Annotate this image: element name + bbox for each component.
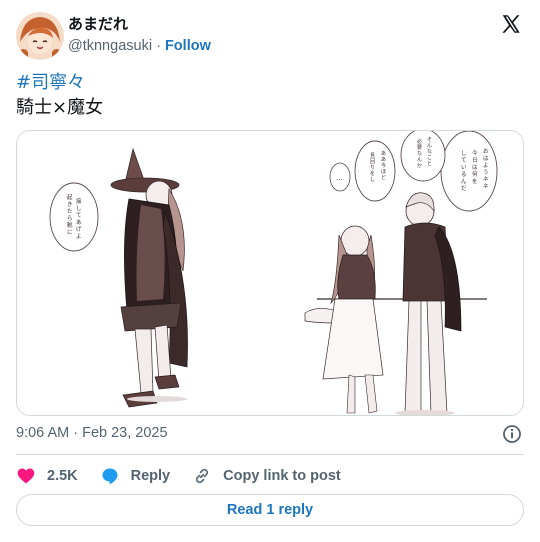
svg-text:し: し [370, 177, 375, 183]
display-name[interactable]: あまだれ [68, 14, 211, 34]
svg-text:か: か [417, 162, 422, 169]
svg-text:だ: だ [461, 185, 467, 192]
separator-dot: · [156, 38, 161, 54]
like-button[interactable]: 2.5K [16, 466, 78, 486]
svg-text:そ: そ [427, 136, 432, 143]
svg-text:し: し [461, 150, 467, 157]
svg-text:必: 必 [417, 138, 422, 145]
divider [16, 454, 524, 455]
speech-bubble [49, 182, 99, 252]
speech-bubble [440, 131, 498, 212]
svg-text:を: を [370, 170, 375, 177]
read-reply-button[interactable]: Read 1 reply [16, 494, 524, 526]
svg-text:る: る [461, 171, 467, 178]
svg-text:き: き [67, 201, 73, 208]
info-icon[interactable] [502, 424, 522, 444]
svg-text:あ: あ [76, 219, 82, 226]
svg-text:に: に [67, 229, 73, 236]
svg-text:を: を [472, 178, 478, 185]
svg-text:ネ: ネ [483, 183, 489, 190]
illustration-image: 起きたら靴に 接してあげよ おはようネネ 今日は何を しているんだ そんなこと … [17, 131, 523, 415]
svg-text:今: 今 [472, 149, 478, 157]
svg-text:な: な [417, 150, 422, 157]
handle-line: @tknngasuki · Follow [68, 36, 211, 56]
svg-text:何: 何 [472, 170, 478, 178]
tweet-media[interactable]: 起きたら靴に 接してあげよ おはようネネ 今日は何を しているんだ そ ん な … [16, 130, 524, 416]
svg-text:た: た [67, 208, 73, 215]
svg-text:日: 日 [472, 157, 478, 164]
svg-text:し: し [76, 205, 82, 212]
copy-link-button[interactable]: Copy link to post [192, 466, 341, 486]
speech-bubble [400, 131, 446, 182]
reply-bubble-icon [102, 468, 118, 485]
tweet-body: 騎士×魔女 [16, 97, 104, 118]
reply-button[interactable]: Reply [100, 466, 171, 486]
svg-text:て: て [461, 157, 467, 164]
svg-text:起: 起 [67, 194, 73, 201]
svg-text:は: は [472, 164, 478, 171]
avatar-image [16, 12, 64, 60]
copy-link-label: Copy link to post [223, 468, 341, 484]
reply-label: Reply [130, 468, 171, 484]
svg-text:…: … [336, 174, 343, 182]
svg-text:ら: ら [67, 215, 73, 222]
svg-text:い: い [461, 164, 467, 171]
action-bar: 2.5K Reply Copy link to post [16, 462, 363, 490]
svg-text:よ: よ [76, 233, 82, 240]
svg-text:て: て [76, 212, 82, 219]
svg-text:げ: げ [76, 225, 82, 233]
avatar[interactable] [16, 12, 64, 60]
x-logo-icon[interactable] [500, 13, 522, 35]
svg-text:ネ: ネ [483, 176, 489, 183]
author-info: あまだれ @tknngasuki · Follow [68, 14, 211, 56]
tweet-text: #司寧々 騎士×魔女 [16, 70, 524, 120]
svg-text:今: 今 [381, 162, 386, 169]
like-count: 2.5K [47, 468, 78, 484]
svg-text:接: 接 [76, 197, 82, 205]
svg-text:な: な [427, 148, 432, 155]
svg-text:う: う [483, 169, 489, 176]
svg-text:ん: ん [461, 178, 467, 185]
svg-text:と: と [427, 161, 432, 167]
hashtag-link[interactable]: #司寧々 [16, 70, 524, 95]
svg-text:は: は [483, 155, 489, 162]
tweet-timestamp[interactable]: 9:06 AM · Feb 23, 2025 [16, 425, 168, 441]
tweet-header: あまだれ @tknngasuki · Follow [16, 12, 524, 60]
svg-text:ど: ど [381, 174, 386, 181]
svg-text:靴: 靴 [67, 221, 73, 229]
author-handle[interactable]: @tknngasuki [68, 38, 152, 54]
link-icon [196, 468, 209, 484]
svg-text:よ: よ [483, 162, 489, 169]
follow-button[interactable]: Follow [165, 38, 211, 54]
heart-icon [17, 468, 35, 484]
svg-text:お: お [483, 148, 489, 155]
